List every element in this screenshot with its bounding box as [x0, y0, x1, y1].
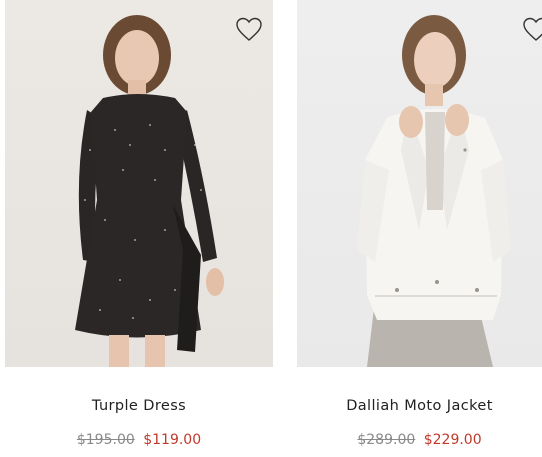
wishlist-heart-icon[interactable]	[235, 16, 263, 42]
product-card[interactable]: Dalliah Moto Jacket $289.00 $229.00	[297, 0, 542, 450]
product-name[interactable]: Dalliah Moto Jacket	[297, 396, 542, 416]
original-price: $289.00	[357, 432, 416, 448]
dress-model-illustration	[75, 15, 224, 367]
heart-outline-icon	[523, 17, 542, 41]
product-grid: Turple Dress $195.00 $119.00 Dalliah Mot…	[0, 0, 542, 457]
sale-price: $119.00	[143, 432, 202, 448]
price-row: $289.00 $229.00	[297, 430, 542, 450]
product-image[interactable]	[297, 0, 542, 367]
product-name[interactable]: Turple Dress	[5, 396, 273, 416]
heart-outline-icon	[236, 17, 262, 41]
price-row: $195.00 $119.00	[5, 430, 273, 450]
product-image[interactable]	[5, 0, 273, 367]
original-price: $195.00	[76, 432, 135, 448]
wishlist-heart-icon[interactable]	[522, 16, 542, 42]
jacket-model-illustration	[357, 15, 511, 367]
sale-price: $229.00	[423, 432, 482, 448]
product-card[interactable]: Turple Dress $195.00 $119.00	[5, 0, 273, 450]
